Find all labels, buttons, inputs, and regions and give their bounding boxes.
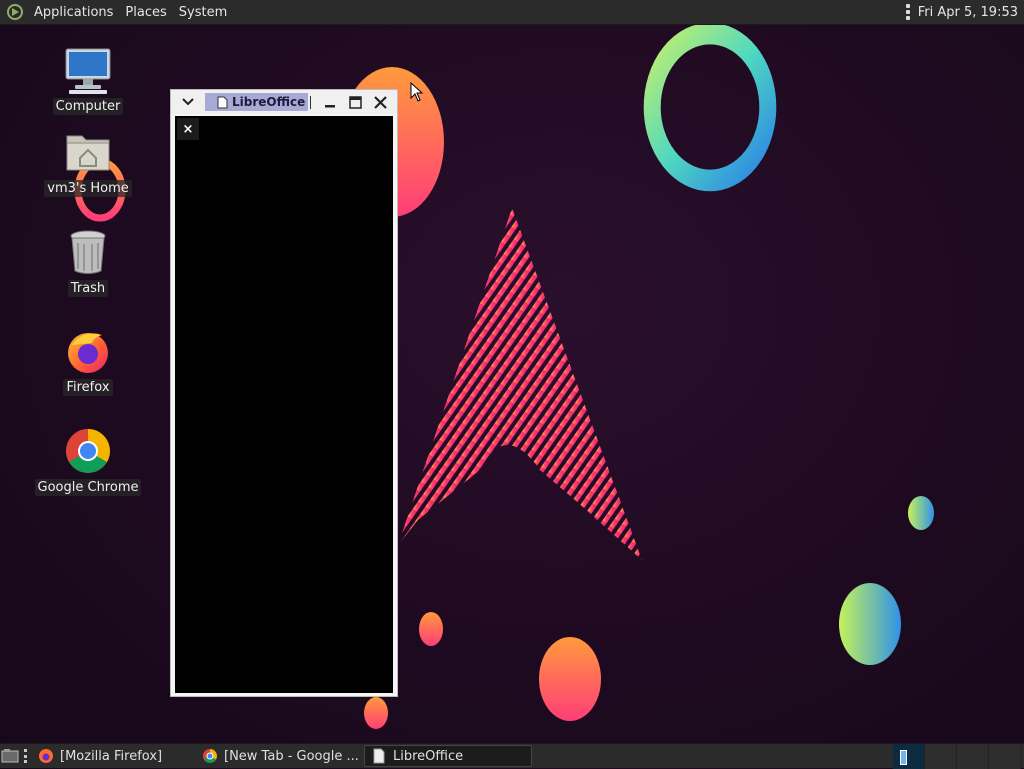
mouse-pointer-icon bbox=[410, 82, 424, 102]
workspace-switcher[interactable] bbox=[893, 744, 1021, 769]
trash-icon bbox=[70, 230, 106, 274]
maximize-icon bbox=[348, 95, 362, 109]
document-icon bbox=[217, 96, 228, 108]
chrome-icon bbox=[66, 429, 110, 473]
desktop-icon-label: Firefox bbox=[63, 379, 113, 396]
firefox-icon bbox=[68, 333, 108, 373]
inner-close-button[interactable]: × bbox=[177, 118, 199, 140]
close-icon bbox=[373, 95, 387, 109]
workspace-window-thumb bbox=[900, 750, 907, 765]
libreoffice-window[interactable]: LibreOffice × bbox=[170, 89, 398, 697]
chrome-icon bbox=[203, 749, 217, 763]
desktop-icon-firefox[interactable]: Firefox bbox=[33, 325, 143, 396]
desktop-icon-label: Google Chrome bbox=[34, 479, 142, 496]
task-chrome[interactable]: [New Tab - Google ... bbox=[196, 745, 364, 767]
places-menu[interactable]: Places bbox=[119, 0, 172, 25]
desktop-icon-trash[interactable]: Trash bbox=[33, 226, 143, 297]
show-desktop-button[interactable] bbox=[0, 744, 20, 769]
clock[interactable]: Fri Apr 5, 19:53 bbox=[918, 5, 1018, 20]
menu-system-label: System bbox=[178, 4, 228, 20]
task-libreoffice[interactable]: LibreOffice bbox=[364, 745, 532, 767]
workspace-1[interactable] bbox=[893, 744, 925, 769]
task-label: [New Tab - Google ... bbox=[224, 748, 359, 764]
computer-icon bbox=[65, 48, 111, 94]
task-firefox[interactable]: [Mozilla Firefox] bbox=[32, 745, 196, 767]
task-label: [Mozilla Firefox] bbox=[60, 748, 163, 764]
home-folder-icon bbox=[66, 135, 110, 171]
system-menu[interactable]: System bbox=[173, 0, 233, 25]
task-label: LibreOffice bbox=[393, 748, 464, 764]
taskbar-handle[interactable] bbox=[24, 749, 28, 763]
minimize-icon bbox=[325, 105, 335, 108]
desktop-icon-computer[interactable]: Computer bbox=[33, 44, 143, 115]
top-panel: Applications Places System Fri Apr 5, 19… bbox=[0, 0, 1024, 25]
menu-applications-label: Applications bbox=[34, 4, 114, 20]
minimize-button[interactable] bbox=[319, 92, 341, 112]
desktop-icon-label: Trash bbox=[67, 280, 109, 297]
chevron-down-icon bbox=[182, 98, 194, 106]
window-content[interactable]: × bbox=[175, 116, 393, 693]
applications-menu[interactable]: Applications bbox=[0, 0, 119, 25]
tab-libreoffice[interactable]: LibreOffice bbox=[205, 93, 308, 111]
desktop-icon-label: vm3's Home bbox=[44, 180, 132, 197]
document-icon bbox=[373, 748, 385, 764]
window-titlebar[interactable]: LibreOffice bbox=[171, 90, 397, 114]
bottom-panel: [Mozilla Firefox] [New Tab - Google ... … bbox=[0, 743, 1024, 769]
menu-places-label: Places bbox=[125, 4, 167, 20]
wallpaper-art bbox=[74, 22, 934, 729]
workspace-2[interactable] bbox=[925, 744, 957, 769]
tab-title: LibreOffice bbox=[232, 95, 306, 109]
workspace-4[interactable] bbox=[989, 744, 1021, 769]
close-button[interactable] bbox=[369, 92, 391, 112]
workspace-3[interactable] bbox=[957, 744, 989, 769]
maximize-button[interactable] bbox=[344, 92, 366, 112]
desktop-icon-label: Computer bbox=[52, 98, 124, 115]
vertical-dots-icon[interactable] bbox=[905, 4, 910, 20]
window-menu-button[interactable] bbox=[177, 92, 199, 112]
tab-separator bbox=[310, 96, 311, 109]
desktop-icon-home[interactable]: vm3's Home bbox=[33, 126, 143, 197]
distro-logo-icon bbox=[7, 4, 23, 20]
show-desktop-icon bbox=[1, 749, 19, 763]
close-icon: × bbox=[182, 121, 194, 137]
firefox-icon bbox=[39, 749, 53, 763]
desktop-icon-chrome[interactable]: Google Chrome bbox=[33, 425, 143, 496]
